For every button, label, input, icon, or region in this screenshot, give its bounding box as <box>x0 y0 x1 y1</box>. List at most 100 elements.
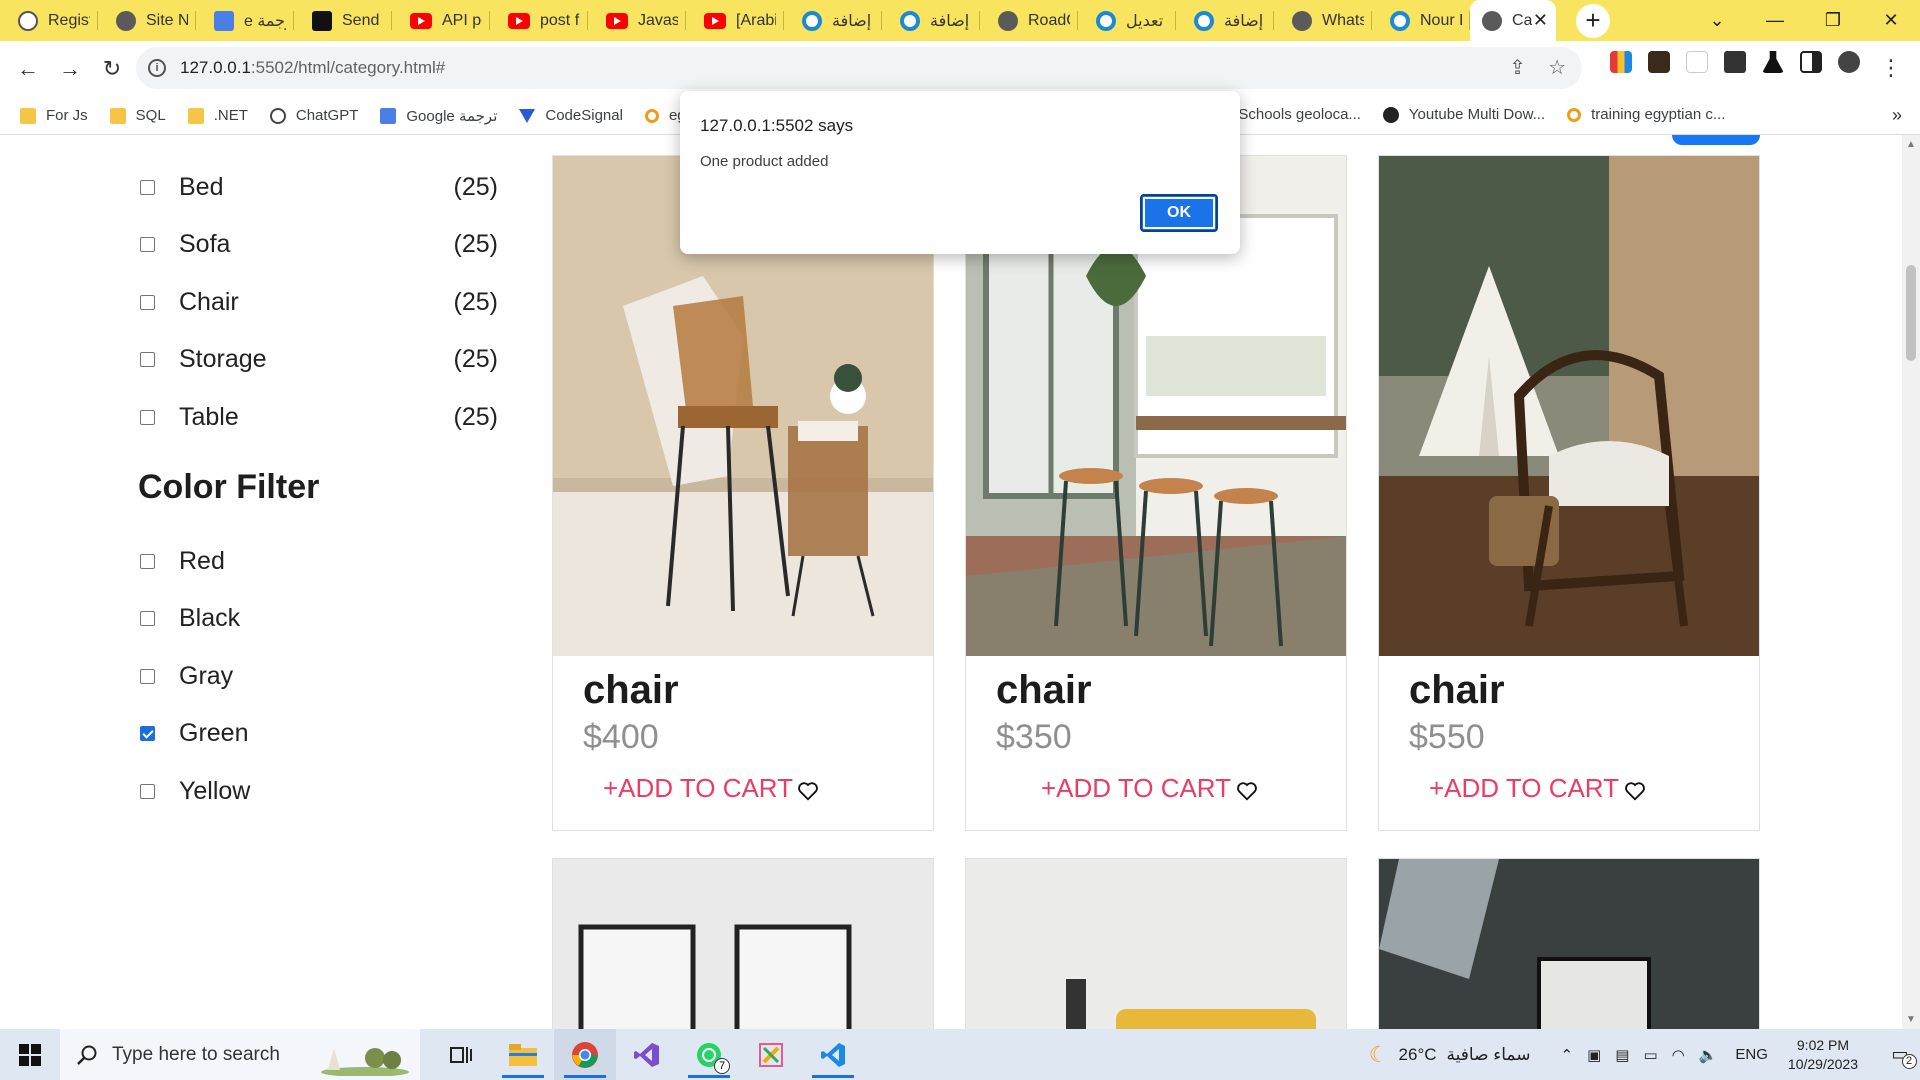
address-bar[interactable]: i 127.0.0.1:5502/html/category.html# ⇪ ☆ <box>136 47 1582 89</box>
add-to-cart-button[interactable]: +ADD TO CART <box>1041 773 1231 804</box>
filter-option[interactable]: Sofa (25) <box>138 230 508 260</box>
bookmark-item[interactable]: For Js <box>20 107 88 125</box>
weather-widget[interactable]: ☾ 26°C سماء صافية <box>1369 1042 1531 1068</box>
reload-button[interactable]: ↻ <box>92 56 132 82</box>
tab[interactable]: Site No <box>98 0 196 41</box>
filter-option[interactable]: Yellow <box>138 776 508 806</box>
checkbox[interactable] <box>140 294 155 310</box>
tab[interactable]: post fu <box>490 0 588 41</box>
filter-option[interactable]: Storage (25) <box>138 345 508 375</box>
taskbar-search-box[interactable]: Type here to search <box>60 1029 420 1080</box>
bookmark-item[interactable]: CodeSignal <box>519 107 623 125</box>
bookmark-item[interactable]: Youtube Multi Dow... <box>1382 106 1545 123</box>
vscode-icon[interactable] <box>802 1029 864 1080</box>
tab[interactable]: تعديل <box>1078 0 1176 41</box>
restore-button[interactable]: ❐ <box>1804 10 1862 31</box>
volume-icon[interactable]: 🔈 <box>1699 1046 1718 1064</box>
checkbox[interactable] <box>140 352 155 367</box>
forward-button[interactable]: → <box>50 56 90 82</box>
tab[interactable]: API pos <box>392 0 490 41</box>
page-scrollbar[interactable]: ▲ ▼ <box>1902 135 1920 1029</box>
clock[interactable]: 9:02 PM 10/29/2023 <box>1788 1036 1858 1074</box>
tab[interactable]: RoadG <box>980 0 1078 41</box>
checkbox[interactable] <box>140 409 155 425</box>
meet-now-icon[interactable]: ▤ <box>1615 1046 1629 1064</box>
add-to-cart-button[interactable]: +ADD TO CART <box>603 773 793 804</box>
add-to-cart-button[interactable]: +ADD TO CART <box>1429 773 1619 804</box>
checkbox[interactable] <box>140 783 155 799</box>
tab[interactable]: Registr <box>0 0 98 41</box>
filter-option[interactable]: Red <box>138 546 508 576</box>
bookmark-item[interactable]: training egyptian c... <box>1567 106 1725 123</box>
checkbox[interactable] <box>140 668 155 684</box>
tab[interactable]: Send In <box>294 0 392 41</box>
bookmark-star-icon[interactable]: ☆ <box>1548 55 1566 80</box>
tab[interactable]: [Arabic <box>686 0 784 41</box>
show-hidden-icons-chevron-icon[interactable]: ⌃ <box>1560 1046 1573 1064</box>
tab[interactable]: Javascr <box>588 0 686 41</box>
tab[interactable]: e ترجمة <box>196 0 294 41</box>
url-text: 127.0.0.1:5502/html/category.html# <box>180 58 446 77</box>
chrome-icon[interactable] <box>554 1029 616 1080</box>
checkbox[interactable] <box>140 179 155 195</box>
notification-center-icon[interactable]: ▭ 2 <box>1880 1044 1920 1069</box>
tab[interactable]: إضافة <box>1176 0 1274 41</box>
tab[interactable]: WhatsA <box>1274 0 1372 41</box>
new-tab-button[interactable]: + <box>1576 3 1610 38</box>
scroll-down-icon[interactable]: ▼ <box>1906 1014 1916 1025</box>
minimize-button[interactable]: — <box>1746 10 1804 31</box>
tab[interactable]: إضافة <box>882 0 980 41</box>
checkbox-checked[interactable] <box>140 726 155 741</box>
bookmark-item[interactable]: ChatGPT <box>269 107 358 125</box>
extension-flask-icon[interactable] <box>1762 51 1784 73</box>
task-view-icon[interactable] <box>430 1029 492 1080</box>
wishlist-heart-icon[interactable] <box>1624 780 1646 802</box>
filter-option[interactable]: Table (25) <box>138 402 508 432</box>
file-explorer-icon[interactable] <box>492 1029 554 1080</box>
bookmark-item[interactable]: 3Schools geoloca... <box>1230 106 1361 123</box>
start-button[interactable] <box>0 1043 60 1066</box>
alert-ok-button[interactable]: OK <box>1140 194 1218 232</box>
bookmark-item[interactable]: .NET <box>187 107 248 125</box>
input-language[interactable]: ENG <box>1735 1046 1768 1063</box>
extension-color-icon[interactable] <box>1610 51 1632 73</box>
close-tab-icon[interactable]: ✕ <box>1533 10 1548 31</box>
wishlist-heart-icon[interactable] <box>797 780 819 802</box>
tab[interactable]: Nour E <box>1372 0 1470 41</box>
back-button[interactable]: ← <box>8 56 48 82</box>
wifi-icon[interactable]: ◠ <box>1672 1046 1685 1064</box>
bookmark-item[interactable]: Google ترجمة <box>380 107 497 125</box>
filter-option[interactable]: Gray <box>138 661 508 691</box>
snipping-tool-icon[interactable] <box>740 1029 802 1080</box>
bookmarks-overflow-icon[interactable]: » <box>1892 105 1902 126</box>
scroll-up-icon[interactable]: ▲ <box>1906 139 1916 150</box>
tab-active[interactable]: Ca ✕ <box>1470 0 1556 41</box>
site-info-icon[interactable]: i <box>148 59 166 77</box>
filter-option[interactable]: Black <box>138 604 508 634</box>
visual-studio-icon[interactable] <box>616 1029 678 1080</box>
battery-icon[interactable]: ▭ <box>1643 1046 1657 1064</box>
filter-option[interactable]: Chair (25) <box>138 287 508 317</box>
extension-lh-icon[interactable] <box>1648 51 1670 73</box>
tab-search-chevron-icon[interactable]: ⌄ <box>1688 10 1746 31</box>
menu-kebab-icon[interactable]: ⋮ <box>1880 55 1902 81</box>
whatsapp-icon[interactable]: 7 <box>678 1029 740 1080</box>
device-icon[interactable]: ▣ <box>1587 1046 1601 1064</box>
profile-avatar[interactable] <box>1838 51 1860 73</box>
product-image[interactable] <box>1379 156 1759 656</box>
extension-b-icon[interactable] <box>1686 51 1708 73</box>
checkbox[interactable] <box>140 553 155 569</box>
extensions-puzzle-icon[interactable] <box>1724 51 1746 73</box>
filter-option[interactable]: Bed (25) <box>138 172 508 202</box>
side-panel-icon[interactable] <box>1800 51 1822 73</box>
checkbox[interactable] <box>140 611 155 626</box>
wishlist-heart-icon[interactable] <box>1236 780 1258 802</box>
header-button-partial[interactable] <box>1672 135 1760 145</box>
close-window-button[interactable]: ✕ <box>1862 10 1920 31</box>
tab[interactable]: إضافة <box>784 0 882 41</box>
scrollbar-thumb[interactable] <box>1906 265 1916 361</box>
filter-option[interactable]: Green <box>138 719 508 749</box>
checkbox[interactable] <box>140 237 155 252</box>
bookmark-item[interactable]: SQL <box>109 107 166 125</box>
share-icon[interactable]: ⇪ <box>1509 55 1526 80</box>
